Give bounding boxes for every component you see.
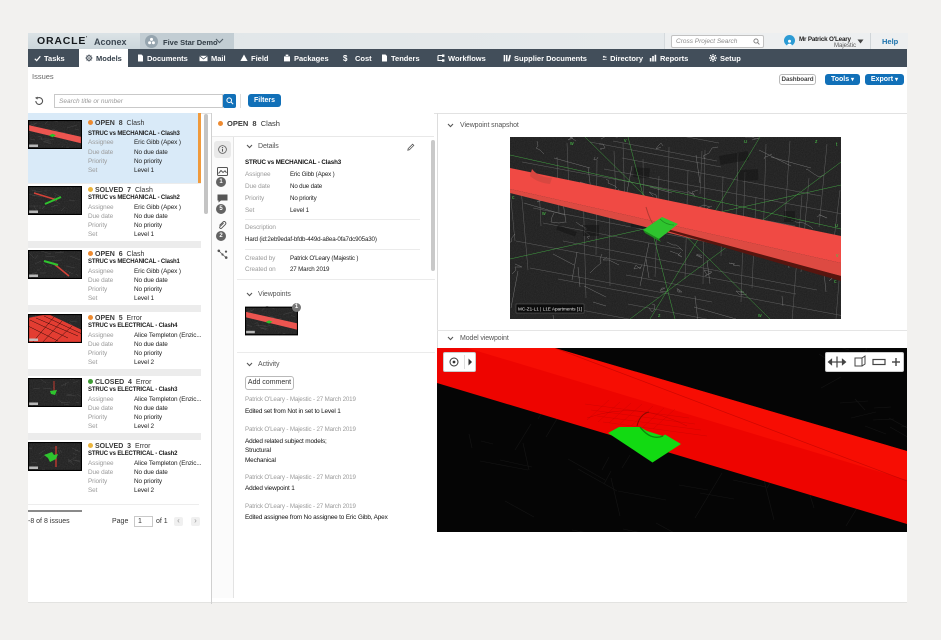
svg-text:u: u [835, 223, 838, 229]
svg-text:w: w [758, 313, 762, 319]
svg-text:w: w [570, 141, 574, 147]
svg-text:MC-Z1-L1 | L1E Apartments [1]: MC-Z1-L1 | L1E Apartments [1] [518, 307, 582, 312]
svg-text:u: u [744, 139, 747, 145]
svg-text:w: w [542, 211, 546, 217]
svg-text:$: $ [343, 54, 348, 62]
